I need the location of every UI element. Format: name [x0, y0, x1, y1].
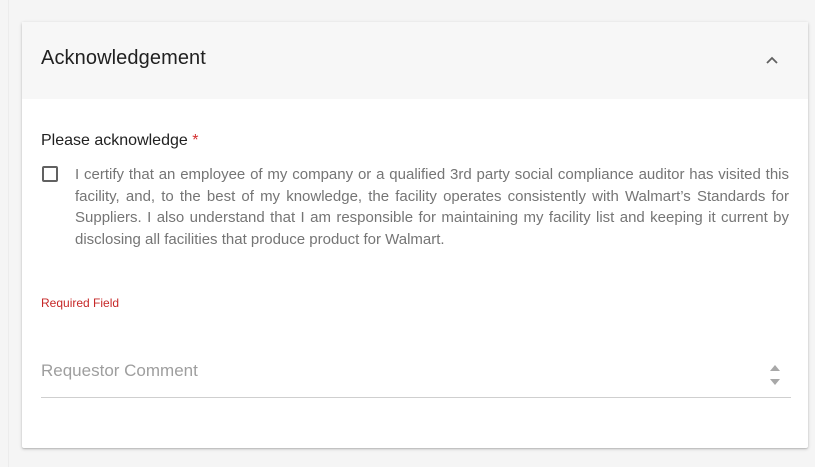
chevron-up-icon	[766, 56, 778, 64]
requestor-comment-field	[41, 355, 791, 398]
spinner-up-button[interactable]	[768, 362, 782, 374]
collapse-button[interactable]	[758, 46, 786, 74]
spinner-down-button[interactable]	[768, 376, 782, 388]
left-edge-divider	[0, 0, 9, 467]
requestor-comment-input[interactable]	[41, 355, 756, 387]
required-asterisk: *	[192, 132, 199, 149]
arrow-down-icon	[770, 379, 780, 385]
card-header[interactable]: Acknowledgement	[22, 22, 808, 99]
arrow-up-icon	[770, 365, 780, 371]
card-title: Acknowledgement	[41, 47, 206, 69]
comment-spinner	[768, 362, 782, 390]
acknowledge-label: Please acknowledge *	[41, 132, 198, 150]
acknowledge-label-text: Please acknowledge	[41, 132, 188, 149]
acknowledgement-card: Acknowledgement Please acknowledge * I c…	[22, 22, 808, 448]
required-field-error: Required Field	[41, 296, 120, 310]
acknowledge-checkbox[interactable]	[42, 166, 58, 182]
page: Acknowledgement Please acknowledge * I c…	[0, 0, 815, 467]
acknowledge-statement: I certify that an employee of my company…	[75, 166, 789, 248]
